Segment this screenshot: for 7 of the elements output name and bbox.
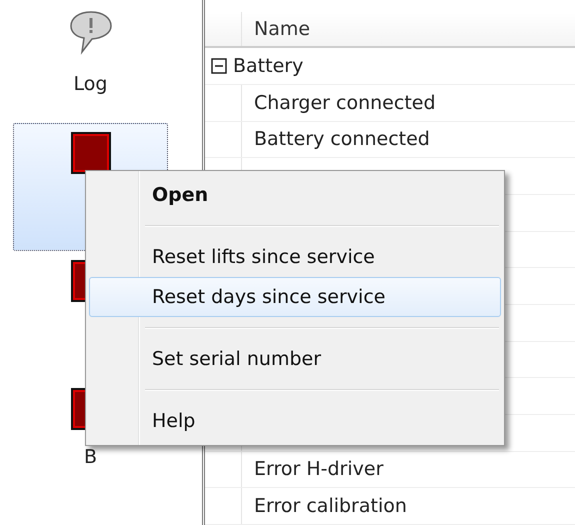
- sidebar-item-label: B: [84, 446, 98, 468]
- sidebar-item-label: Log: [74, 73, 108, 95]
- table-cell-text: Battery connected: [253, 127, 431, 152]
- table-cell-text: Error calibration: [253, 494, 408, 520]
- table-cell-text: Error H-driver: [253, 457, 384, 482]
- group-name: Battery: [233, 55, 304, 78]
- table-cell-text: Charger connected: [253, 90, 437, 116]
